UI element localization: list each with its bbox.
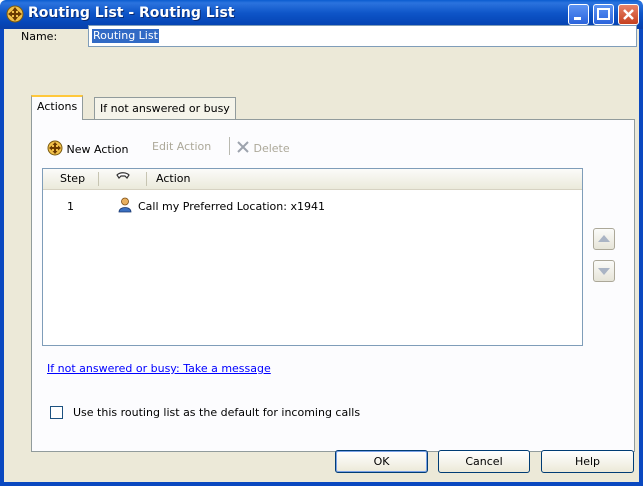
tab-if-not-answered[interactable]: If not answered or busy bbox=[94, 97, 236, 119]
window-title: Routing List - Routing List bbox=[28, 5, 235, 21]
move-down-button[interactable] bbox=[593, 260, 615, 282]
routing-list-window: Routing List - Routing List Name: Routin… bbox=[0, 0, 643, 486]
maximize-button[interactable] bbox=[593, 4, 614, 25]
column-divider[interactable] bbox=[146, 172, 147, 186]
routing-move-icon bbox=[47, 140, 63, 156]
ok-button[interactable]: OK bbox=[335, 450, 428, 473]
cancel-button[interactable]: Cancel bbox=[438, 450, 530, 473]
phone-handset-icon[interactable] bbox=[115, 171, 131, 188]
move-up-arrow-icon bbox=[598, 235, 610, 242]
delete-button[interactable]: Delete bbox=[236, 140, 290, 155]
column-action[interactable]: Action bbox=[156, 172, 190, 185]
row-action: Call my Preferred Location: x1941 bbox=[138, 200, 325, 213]
help-button[interactable]: Help bbox=[541, 450, 634, 473]
move-up-button[interactable] bbox=[593, 228, 615, 250]
person-icon bbox=[118, 197, 132, 216]
take-message-link[interactable]: If not answered or busy: Take a message bbox=[47, 362, 271, 375]
default-routing-checkbox[interactable] bbox=[50, 406, 63, 419]
close-button[interactable] bbox=[618, 4, 639, 25]
name-input[interactable]: Routing List bbox=[88, 25, 637, 47]
routing-move-icon bbox=[6, 5, 24, 23]
column-step[interactable]: Step bbox=[60, 172, 85, 185]
new-action-label: New Action bbox=[66, 143, 129, 156]
move-down-arrow-icon bbox=[598, 268, 610, 275]
actions-grid[interactable]: Step Action 1 Call my Preferred Location… bbox=[42, 168, 583, 346]
grid-header: Step Action bbox=[43, 169, 582, 190]
name-value: Routing List bbox=[92, 29, 159, 43]
minimize-icon bbox=[574, 17, 581, 20]
default-routing-label: Use this routing list as the default for… bbox=[73, 406, 361, 419]
row-step: 1 bbox=[67, 200, 74, 213]
new-action-button[interactable]: New Action bbox=[47, 140, 128, 156]
close-icon bbox=[623, 9, 634, 20]
delete-label: Delete bbox=[253, 142, 290, 155]
minimize-button[interactable] bbox=[568, 4, 589, 25]
maximize-icon bbox=[597, 8, 610, 20]
column-divider[interactable] bbox=[98, 172, 99, 186]
name-label: Name: bbox=[21, 30, 58, 43]
delete-x-icon bbox=[237, 141, 249, 153]
tab-actions[interactable]: Actions bbox=[31, 95, 84, 120]
edit-action-button[interactable]: Edit Action bbox=[152, 140, 211, 153]
toolbar-separator bbox=[229, 137, 230, 155]
